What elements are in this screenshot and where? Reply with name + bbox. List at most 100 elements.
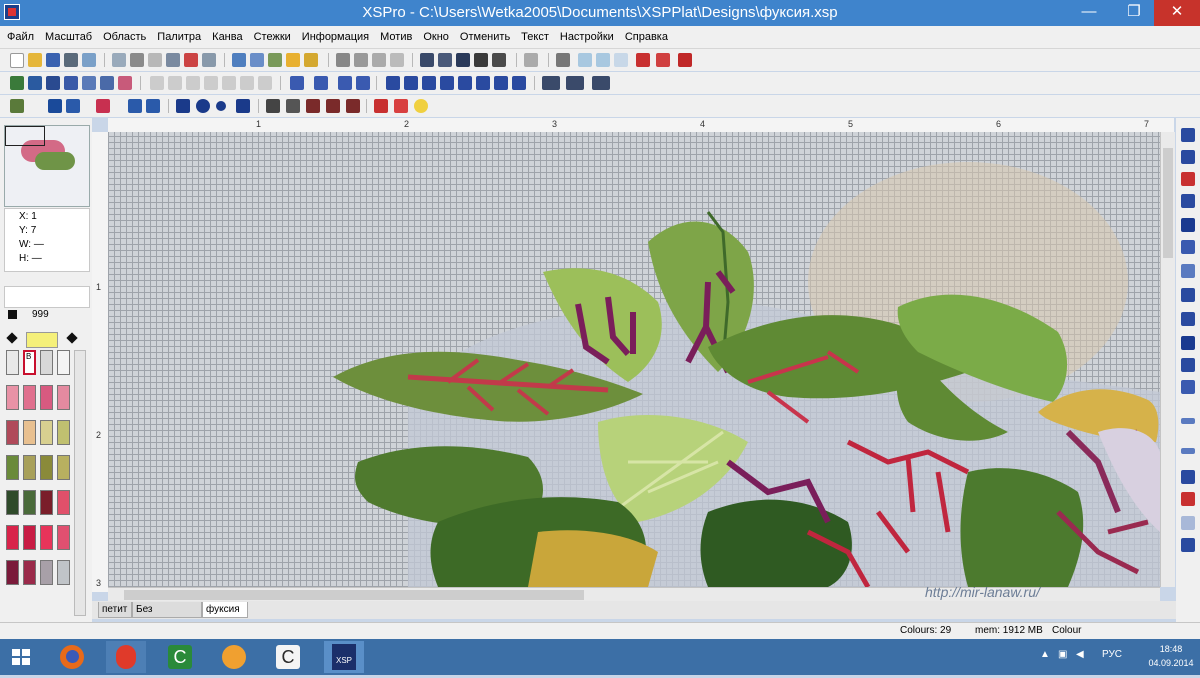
layout-icon[interactable] (524, 53, 538, 67)
stitch-tool-7-icon[interactable] (1181, 264, 1195, 278)
stitch-tool-11-icon[interactable] (1181, 358, 1195, 372)
vertical-stitch-icon[interactable] (176, 99, 190, 113)
palette-swatch[interactable] (6, 455, 19, 480)
bar-icon[interactable] (556, 53, 570, 67)
tool-f-icon[interactable] (240, 76, 254, 90)
lock-icon[interactable] (286, 99, 300, 113)
palette-swatch[interactable] (40, 350, 53, 375)
open-folder-icon[interactable] (28, 53, 42, 67)
grid-none-icon[interactable] (390, 53, 404, 67)
palette-swatch[interactable] (40, 385, 53, 410)
menu-settings[interactable]: Настройки (553, 26, 618, 43)
pencil-icon[interactable] (10, 99, 24, 113)
palette-swatch[interactable] (23, 490, 36, 515)
tray-language[interactable]: РУС (1102, 649, 1122, 660)
stitch-tool-6-icon[interactable] (1181, 240, 1195, 254)
select-icon[interactable] (112, 53, 126, 67)
vertical-scrollbar[interactable] (1160, 132, 1175, 587)
horizontal-scroll-thumb[interactable] (124, 590, 584, 600)
curve-alt-icon[interactable] (394, 99, 408, 113)
diagonal-icon[interactable] (96, 99, 110, 113)
windows-start-icon[interactable] (2, 641, 42, 673)
lasso-icon[interactable] (148, 53, 162, 67)
menu-file[interactable]: Файл (0, 26, 38, 43)
fd-icon[interactable] (566, 76, 584, 90)
menu-info[interactable]: Информация (295, 26, 373, 43)
rotate-right-icon[interactable] (314, 76, 328, 90)
grid-icon[interactable] (232, 53, 246, 67)
palette-swatch[interactable] (23, 385, 36, 410)
cross-pattern-icon[interactable] (404, 76, 418, 90)
double-stitch-icon[interactable] (236, 99, 250, 113)
stitch-tool-14-icon[interactable] (1181, 448, 1195, 454)
xspro-taskbar-icon[interactable]: XSP (324, 641, 364, 673)
stitch-quarter-icon[interactable] (456, 53, 470, 67)
view-icon[interactable] (250, 53, 264, 67)
tray-volume-icon[interactable]: ◀ (1076, 649, 1084, 660)
cross-quarter-icon[interactable] (476, 76, 490, 90)
palette-scrollbar[interactable] (74, 350, 86, 616)
menu-stitches[interactable]: Стежки (247, 26, 295, 43)
palette-swatch[interactable] (57, 490, 70, 515)
pattern-icon[interactable] (268, 53, 282, 67)
pointer-icon[interactable] (304, 53, 318, 67)
menu-help[interactable]: Справка (618, 26, 672, 43)
menu-window[interactable]: Окно (416, 26, 453, 43)
stitch-tool-8-icon[interactable] (1181, 288, 1195, 302)
new-file-icon[interactable] (10, 53, 24, 68)
marker-icon[interactable] (656, 53, 670, 67)
tool-b-icon[interactable] (168, 76, 182, 90)
tray-network-icon[interactable]: ▣ (1058, 649, 1067, 660)
cross-fill-icon[interactable] (422, 76, 436, 90)
palette-swatch[interactable] (40, 525, 53, 550)
stitch-half-icon[interactable] (438, 53, 452, 67)
grid-large-icon[interactable] (372, 53, 386, 67)
bead-icon[interactable] (216, 101, 226, 111)
palette-swatch[interactable] (23, 420, 36, 445)
palette-swatch[interactable] (6, 420, 19, 445)
print-preview-icon[interactable] (82, 53, 96, 67)
app-c-green-icon[interactable]: C (160, 641, 200, 673)
text-tool-icon[interactable] (678, 53, 692, 67)
copy-icon[interactable] (202, 53, 216, 67)
fill-icon[interactable] (10, 76, 24, 90)
preview-thumbnail[interactable] (4, 125, 90, 207)
palette-swatch[interactable] (40, 420, 53, 445)
firefox-icon[interactable] (52, 641, 92, 673)
maximize-button[interactable]: ❐ (1114, 0, 1154, 26)
menu-canvas[interactable]: Канва (205, 26, 246, 43)
tool-d-icon[interactable] (204, 76, 218, 90)
palette-swatch[interactable] (40, 490, 53, 515)
arc-double-icon[interactable] (326, 99, 340, 113)
pin-icon[interactable] (636, 53, 650, 67)
line-double-icon[interactable] (64, 76, 78, 90)
rotate-left-icon[interactable] (290, 76, 304, 90)
cross-stitch-icon[interactable] (386, 76, 400, 90)
arc-cross-icon[interactable] (346, 99, 360, 113)
text-bold-icon[interactable] (100, 76, 114, 90)
half-stitch-right-icon[interactable] (146, 99, 160, 113)
cross-petite-icon[interactable] (512, 76, 526, 90)
minimize-button[interactable]: — (1064, 0, 1114, 26)
app-c-white-icon[interactable]: C (268, 641, 308, 673)
stitch-tool-1-icon[interactable] (1181, 128, 1195, 142)
menu-undo[interactable]: Отменить (453, 26, 514, 43)
backstitch-icon[interactable] (28, 76, 42, 90)
hand-icon[interactable] (286, 53, 300, 67)
stitch-tool-13-icon[interactable] (1181, 418, 1195, 424)
diamond-icon[interactable] (6, 332, 18, 344)
cross-half-icon[interactable] (458, 76, 472, 90)
stitch-tool-10-icon[interactable] (1181, 336, 1195, 350)
menu-text[interactable]: Текст (514, 26, 553, 43)
taskbar-clock[interactable]: 18:48 04.09.2014 (1146, 642, 1196, 670)
zoom-fit-icon[interactable] (614, 53, 628, 67)
grid-medium-icon[interactable] (354, 53, 368, 67)
frame-icon[interactable] (118, 76, 132, 90)
close-button[interactable]: ✕ (1154, 0, 1200, 26)
palette-swatch[interactable] (6, 525, 19, 550)
tool-c-icon[interactable] (186, 76, 200, 90)
stitch-tool-2-icon[interactable] (1181, 150, 1195, 164)
tool-g-icon[interactable] (258, 76, 272, 90)
vertical-scroll-thumb[interactable] (1163, 148, 1173, 258)
palette-swatch[interactable] (23, 560, 36, 585)
